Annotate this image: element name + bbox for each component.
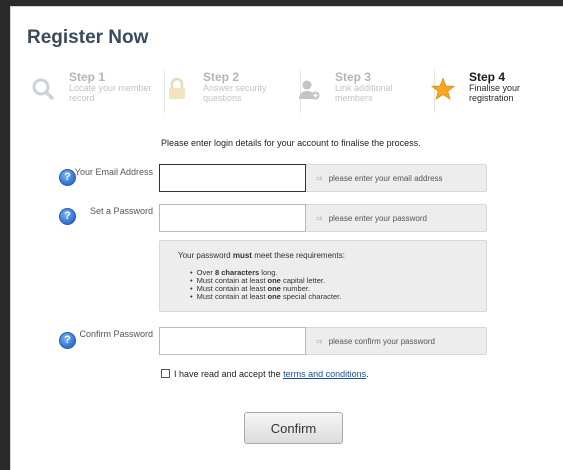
terms-checkbox[interactable] — [161, 369, 170, 378]
step-description: Locate your member record — [69, 83, 152, 103]
user-add-icon — [297, 77, 321, 101]
password-field[interactable] — [159, 204, 306, 232]
step-indicator: Step 1 Locate your member record Step 2 … — [25, 61, 563, 119]
step-2: Step 2 Answer security questions — [159, 61, 291, 119]
step-4: Step 4 Finalise your registration — [425, 61, 557, 119]
step-label: Step 2 — [203, 70, 240, 84]
confirm-password-label: Confirm Password — [79, 329, 153, 339]
step-label: Step 1 — [69, 70, 106, 84]
step-3: Step 3 Link additional members — [291, 61, 423, 119]
terms-link[interactable]: terms and conditions — [283, 369, 366, 379]
requirements-title: Your password must meet these requiremen… — [178, 251, 345, 260]
confirm-button[interactable]: Confirm — [244, 412, 343, 444]
step-label: Step 3 — [335, 70, 372, 84]
step-description: Link additional members — [335, 83, 393, 103]
terms-row: I have read and accept the terms and con… — [161, 369, 369, 379]
page-title: Register Now — [27, 27, 149, 48]
password-requirements: Your password must meet these requiremen… — [159, 240, 487, 312]
password-hint: ⇨ please enter your password — [316, 214, 427, 223]
star-icon — [430, 77, 456, 101]
email-field[interactable] — [159, 164, 306, 192]
lock-icon — [165, 77, 189, 101]
step-description: Finalise your registration — [469, 83, 521, 103]
password-label: Set a Password — [89, 206, 153, 216]
step-description: Answer security questions — [203, 83, 267, 103]
email-field-row: ⇨ please enter your email address — [159, 164, 487, 192]
email-hint: ⇨ please enter your email address — [316, 174, 443, 183]
confirm-password-field-row: ⇨ please confirm your password — [159, 327, 487, 355]
requirements-list: Over 8 characters long. Must contain at … — [190, 269, 342, 301]
arrow-right-icon: ⇨ — [316, 337, 323, 346]
list-item: Must contain at least one special charac… — [190, 293, 342, 301]
step-label: Step 4 — [469, 70, 506, 84]
registration-card: Register Now Step 1 Locate your member r… — [10, 6, 563, 470]
arrow-right-icon: ⇨ — [316, 214, 323, 223]
intro-text: Please enter login details for your acco… — [161, 138, 421, 148]
password-field-row: ⇨ please enter your password — [159, 204, 487, 232]
step-1: Step 1 Locate your member record — [25, 61, 157, 119]
terms-label: I have read and accept the — [174, 369, 284, 379]
magnifier-icon — [31, 77, 55, 101]
confirm-password-hint: ⇨ please confirm your password — [316, 337, 435, 346]
email-label: Your Email Address — [74, 167, 153, 177]
confirm-password-field[interactable] — [159, 327, 306, 355]
arrow-right-icon: ⇨ — [316, 174, 323, 183]
